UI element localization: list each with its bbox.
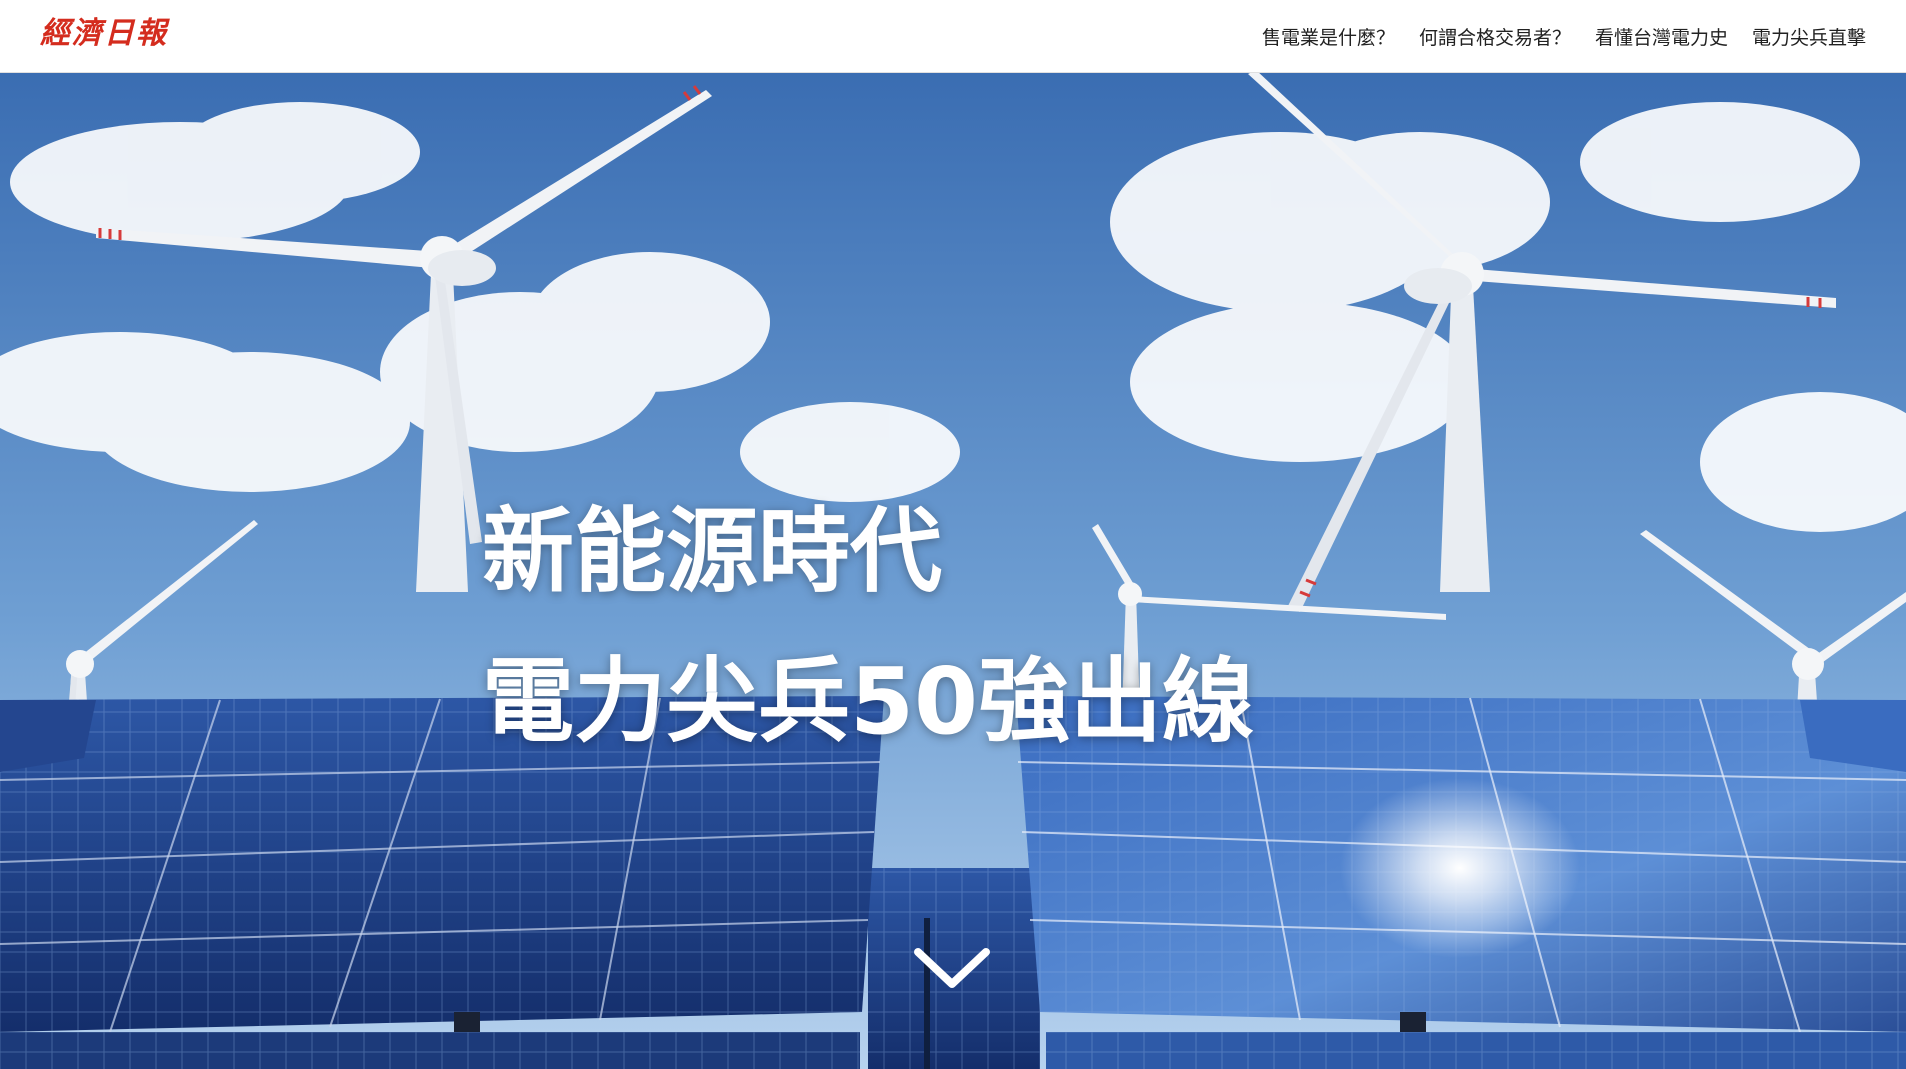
nav-item-power-pioneers[interactable]: 電力尖兵直擊 [1752,23,1866,50]
nav-item-what-is-electricity-retail[interactable]: 售電業是什麼？ [1262,23,1395,50]
main-nav: 售電業是什麼？ 何謂合格交易者？ 看懂台灣電力史 電力尖兵直擊 [1262,0,1866,72]
hero-banner: 新能源時代 電力尖兵50強出線 [0,72,1906,1069]
nav-item-taiwan-power-history[interactable]: 看懂台灣電力史 [1595,23,1728,50]
nav-item-qualified-trader[interactable]: 何謂合格交易者？ [1419,23,1571,50]
top-navbar: 經濟日報 售電業是什麼？ 何謂合格交易者？ 看懂台灣電力史 電力尖兵直擊 [0,0,1906,73]
hero-headline-line2: 電力尖兵50強出線 [482,648,1255,755]
hero-background-image [0,72,1906,1069]
chevron-down-icon[interactable] [912,944,992,994]
hero-headline-line1: 新能源時代 [482,498,943,605]
site-logo[interactable]: 經濟日報 [40,12,168,56]
